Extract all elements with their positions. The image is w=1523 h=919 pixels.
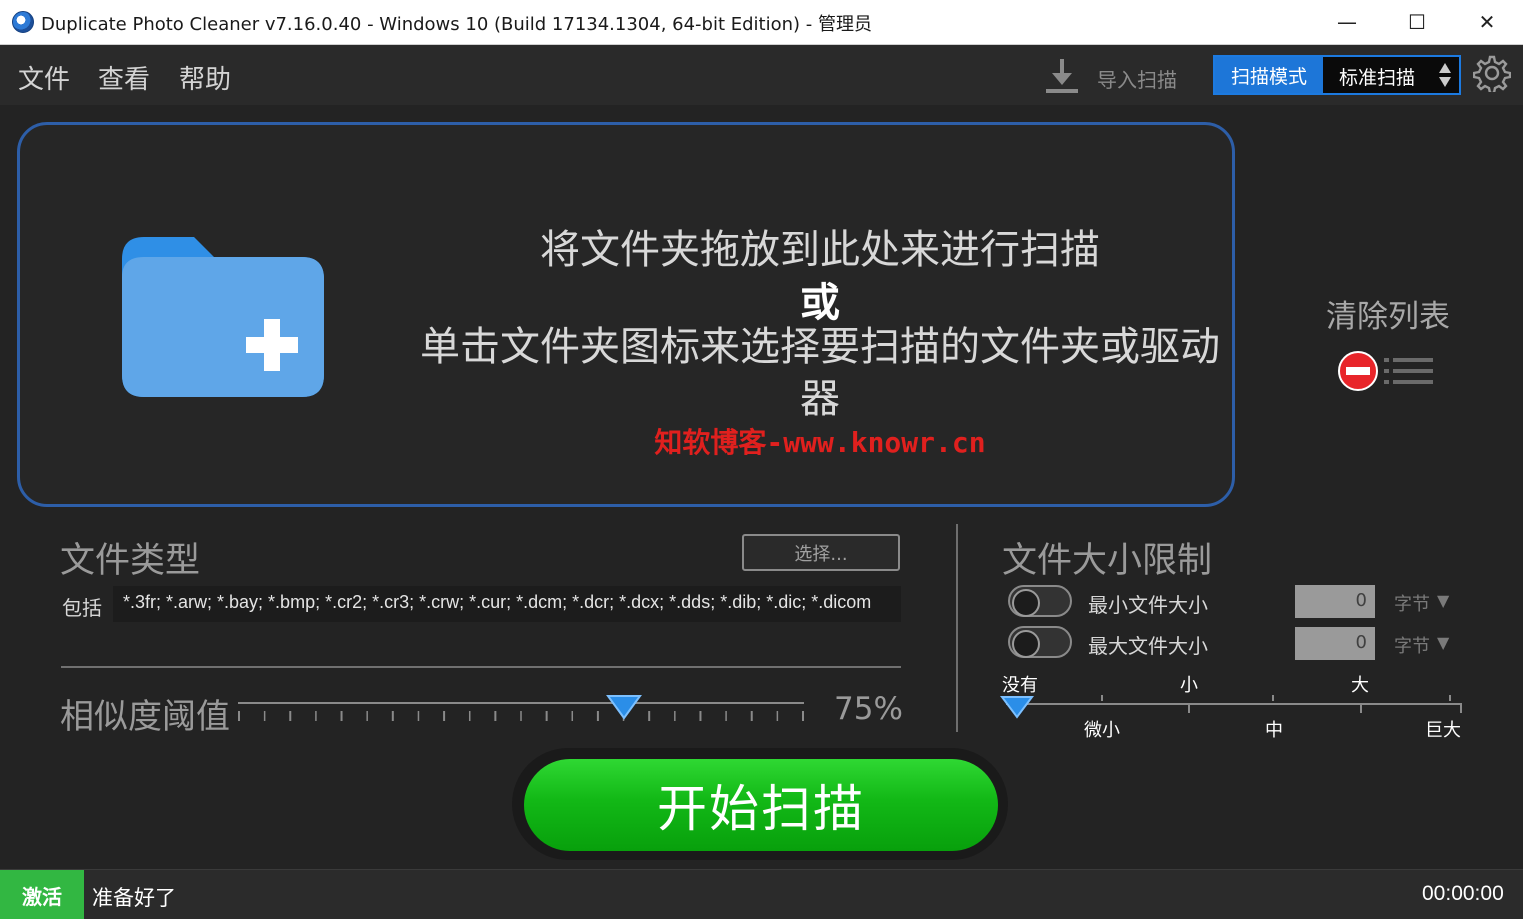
similarity-value: 75% [834, 691, 903, 727]
max-size-toggle[interactable] [1008, 626, 1072, 658]
drop-instruction-line3: 单击文件夹图标来选择要扫描的文件夹或驱动器 [420, 324, 1220, 422]
start-scan-button[interactable]: 开始扫描 [524, 759, 998, 851]
size-scale-medium: 中 [1265, 720, 1283, 741]
vertical-divider [956, 524, 958, 732]
app-icon [12, 11, 34, 33]
include-extensions-field[interactable]: *.3fr; *.arw; *.bay; *.bmp; *.cr2; *.cr3… [113, 586, 901, 622]
folder-drop-zone[interactable]: 将文件夹拖放到此处来进行扫描 或 单击文件夹图标来选择要扫描的文件夹或驱动器 知… [17, 122, 1235, 507]
watermark-text: 知软博客-www.knowr.cn [654, 426, 986, 459]
max-size-unit[interactable]: 字节 [1394, 632, 1430, 658]
min-size-input[interactable]: 0 [1295, 585, 1375, 618]
menu-file[interactable]: 文件 [18, 59, 70, 96]
menu-bar: 文件 查看 帮助 导入扫描 扫描模式 标准扫描 [0, 45, 1523, 105]
scan-mode-label: 扫描模式 [1215, 57, 1323, 93]
clear-list-label[interactable]: 清除列表 [1318, 291, 1458, 336]
import-scan-button[interactable]: 导入扫描 [1097, 64, 1177, 93]
min-size-unit[interactable]: 字节 [1394, 590, 1430, 616]
elapsed-timer: 00:00:00 [1422, 882, 1504, 905]
scan-mode-selector[interactable]: 扫描模式 标准扫描 [1213, 55, 1461, 95]
status-bar: 激活 准备好了 00:00:00 [0, 869, 1523, 919]
menu-view[interactable]: 查看 [98, 59, 150, 96]
section-divider [61, 666, 901, 668]
import-download-icon[interactable] [1046, 57, 1078, 95]
chevron-down-icon[interactable]: ▼ [1437, 633, 1449, 652]
file-size-limit-title: 文件大小限制 [1002, 541, 1213, 581]
similarity-slider-ticks [238, 711, 804, 721]
activate-button[interactable]: 激活 [0, 870, 84, 919]
file-types-title: 文件类型 [60, 541, 201, 581]
close-button[interactable]: ✕ [1456, 0, 1518, 44]
add-folder-icon[interactable] [122, 237, 324, 397]
max-size-input[interactable]: 0 [1295, 627, 1375, 660]
select-file-types-button[interactable]: 选择... [742, 534, 900, 571]
similarity-slider-thumb[interactable] [606, 694, 642, 720]
status-message: 准备好了 [92, 886, 176, 910]
size-slider-thumb[interactable] [1000, 695, 1034, 719]
start-scan-frame: 开始扫描 [512, 748, 1008, 860]
size-scale-huge: 巨大 [1425, 720, 1461, 741]
size-scale-tiny: 微小 [1084, 720, 1120, 741]
title-bar: Duplicate Photo Cleaner v7.16.0.40 - Win… [0, 0, 1523, 45]
clear-list-icon[interactable] [1336, 349, 1436, 393]
similarity-threshold-label: 相似度阈值 [60, 697, 230, 737]
drop-instruction-or: 或 [800, 280, 840, 326]
window-title: Duplicate Photo Cleaner v7.16.0.40 - Win… [41, 14, 872, 35]
maximize-button[interactable]: ☐ [1386, 0, 1448, 44]
settings-gear-icon[interactable] [1473, 54, 1511, 92]
scan-mode-value[interactable]: 标准扫描 [1339, 63, 1415, 90]
include-label: 包括 [62, 596, 102, 620]
chevron-down-icon[interactable]: ▼ [1437, 591, 1449, 610]
spinner-arrows-icon[interactable] [1437, 61, 1453, 89]
similarity-slider-track[interactable] [238, 702, 804, 704]
minimize-button[interactable]: — [1316, 0, 1378, 44]
min-size-toggle[interactable] [1008, 585, 1072, 617]
menu-help[interactable]: 帮助 [179, 59, 231, 96]
drop-instruction-line1: 将文件夹拖放到此处来进行扫描 [540, 227, 1100, 273]
size-slider-ticks [1101, 695, 1462, 713]
max-size-label: 最大文件大小 [1088, 634, 1208, 658]
main-panel: 将文件夹拖放到此处来进行扫描 或 单击文件夹图标来选择要扫描的文件夹或驱动器 知… [0, 105, 1523, 869]
min-size-label: 最小文件大小 [1088, 593, 1208, 617]
